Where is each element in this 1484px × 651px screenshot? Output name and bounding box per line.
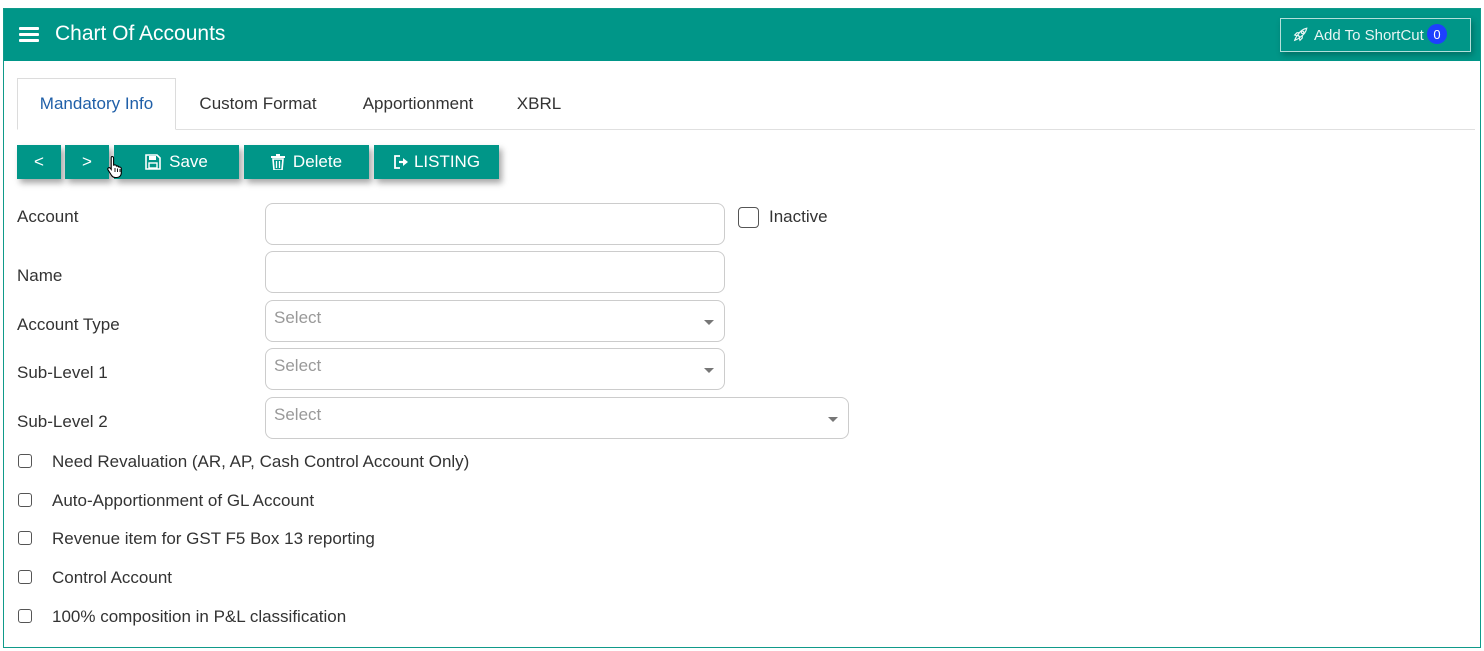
sub-level-1-value: Select <box>274 356 322 375</box>
chevron-down-icon <box>704 320 714 325</box>
rocket-icon <box>1293 27 1308 42</box>
name-input[interactable] <box>265 251 725 293</box>
account-label: Account <box>17 207 79 226</box>
trash-icon <box>270 154 285 170</box>
hamburger-icon[interactable] <box>19 27 39 43</box>
sub-level-1-select[interactable]: Select <box>265 348 725 390</box>
save-button[interactable]: Save <box>114 145 239 179</box>
gst-revenue-label: Revenue item for GST F5 Box 13 reporting <box>52 529 375 548</box>
account-type-value: Select <box>274 308 322 327</box>
shortcut-count-badge: 0 <box>1427 24 1447 44</box>
page-title: Chart Of Accounts <box>55 22 226 45</box>
chevron-down-icon <box>828 417 838 422</box>
name-label: Name <box>17 266 63 285</box>
account-type-select[interactable]: Select <box>265 300 725 342</box>
inactive-label: Inactive <box>769 207 828 226</box>
hand-pointer-icon <box>107 155 122 179</box>
floppy-disk-icon <box>145 154 161 170</box>
control-account-label: Control Account <box>52 568 173 587</box>
chart-of-accounts-panel: Chart Of Accounts Add To ShortCut 0 Mand… <box>3 8 1481 648</box>
delete-label: Delete <box>292 152 343 171</box>
auto-apportionment-checkbox[interactable] <box>18 493 32 507</box>
pl-composition-label: 100% composition in P&L classification <box>52 607 347 626</box>
tab-bar: Mandatory Info Custom Format Apportionme… <box>17 78 1475 130</box>
sign-out-icon <box>394 155 408 169</box>
need-revaluation-label: Need Revaluation (AR, AP, Cash Control A… <box>52 452 470 471</box>
account-input[interactable] <box>265 203 725 245</box>
tab-apportionment[interactable]: Apportionment <box>350 78 486 130</box>
previous-button[interactable]: < <box>17 145 61 179</box>
shortcut-label: Add To ShortCut <box>1314 26 1424 44</box>
save-label: Save <box>169 152 208 171</box>
tab-xbrl[interactable]: XBRL <box>507 78 571 130</box>
tab-mandatory-info[interactable]: Mandatory Info <box>17 78 176 130</box>
sub-level-2-label: Sub-Level 2 <box>17 412 108 431</box>
sub-level-2-value: Select <box>274 405 322 424</box>
gst-revenue-checkbox[interactable] <box>18 531 32 545</box>
listing-label: LISTING <box>413 152 481 171</box>
chevron-down-icon <box>704 368 714 373</box>
delete-button[interactable]: Delete <box>244 145 369 179</box>
tab-custom-format[interactable]: Custom Format <box>188 78 328 130</box>
control-account-checkbox[interactable] <box>18 570 32 584</box>
sub-level-1-label: Sub-Level 1 <box>17 363 108 382</box>
account-type-label: Account Type <box>17 315 120 334</box>
next-button[interactable]: > <box>65 145 109 179</box>
need-revaluation-checkbox[interactable] <box>18 454 32 468</box>
sub-level-2-select[interactable]: Select <box>265 397 849 439</box>
inactive-checkbox[interactable] <box>738 207 759 228</box>
auto-apportionment-label: Auto-Apportionment of GL Account <box>52 491 315 510</box>
panel-header: Chart Of Accounts Add To ShortCut 0 <box>4 9 1480 61</box>
pl-composition-checkbox[interactable] <box>18 609 32 623</box>
listing-button[interactable]: LISTING <box>374 145 499 179</box>
add-to-shortcut-button[interactable]: Add To ShortCut 0 <box>1280 18 1471 52</box>
